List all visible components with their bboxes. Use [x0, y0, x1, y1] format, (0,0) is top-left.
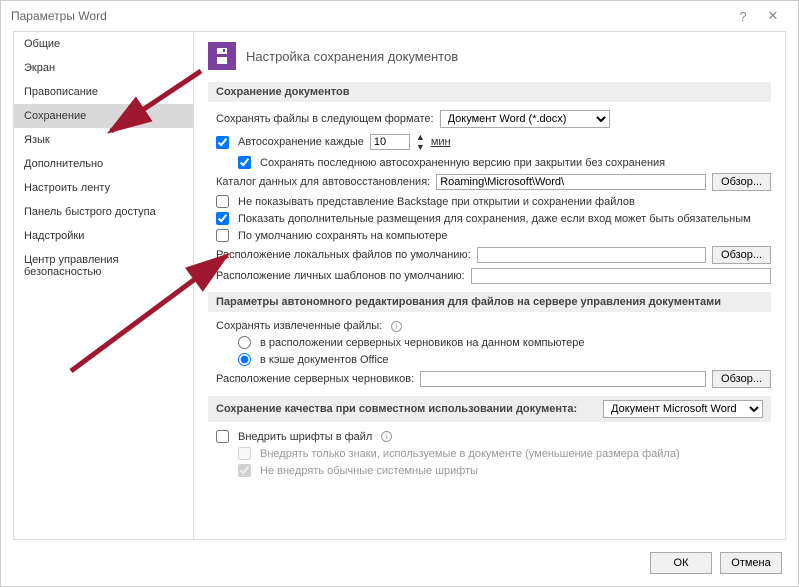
save-icon — [208, 42, 236, 70]
no-backstage-label: Не показывать представление Backstage пр… — [238, 196, 635, 208]
help-icon[interactable]: i — [391, 321, 402, 332]
section-save-docs: Сохранение документов — [208, 82, 771, 102]
sidebar-item-trust[interactable]: Центр управления безопасностью — [14, 248, 193, 284]
autosave-checkbox[interactable] — [216, 136, 229, 149]
sidebar-item-save[interactable]: Сохранение — [14, 104, 193, 128]
close-button[interactable]: ✕ — [758, 8, 788, 24]
server-drafts-label: в расположении серверных черновиков на д… — [260, 337, 584, 349]
keep-last-label: Сохранять последнюю автосохраненную верс… — [260, 157, 665, 169]
save-local-label: По умолчанию сохранять на компьютере — [238, 230, 447, 242]
sidebar-item-qat[interactable]: Панель быстрого доступа — [14, 200, 193, 224]
content-panel: Настройка сохранения документов Сохранен… — [193, 31, 786, 540]
save-format-label: Сохранять файлы в следующем формате: — [216, 113, 434, 125]
autosave-unit: мин — [431, 136, 451, 148]
save-extracted-label: Сохранять извлеченные файлы: — [216, 320, 382, 332]
sidebar-item-ribbon[interactable]: Настроить ленту — [14, 176, 193, 200]
section-quality-label: Сохранение качества при совместном испол… — [216, 403, 577, 415]
sidebar-item-proofing[interactable]: Правописание — [14, 80, 193, 104]
save-local-checkbox[interactable] — [216, 229, 229, 242]
browse-local-button[interactable]: Обзор... — [712, 246, 771, 264]
embed-used-label: Внедрять только знаки, используемые в до… — [260, 448, 680, 460]
browse-autorecover-button[interactable]: Обзор... — [712, 173, 771, 191]
cancel-button[interactable]: Отмена — [720, 552, 782, 574]
local-files-input[interactable] — [477, 247, 706, 263]
sidebar-item-advanced[interactable]: Дополнительно — [14, 152, 193, 176]
sidebar-item-addins[interactable]: Надстройки — [14, 224, 193, 248]
help-button[interactable]: ? — [728, 9, 758, 24]
sidebar: Общие Экран Правописание Сохранение Язык… — [13, 31, 193, 540]
embed-fonts-label: Внедрить шрифты в файл — [238, 431, 372, 443]
drafts-location-input[interactable] — [420, 371, 706, 387]
save-format-select[interactable]: Документ Word (*.docx) — [440, 110, 610, 128]
extra-locations-checkbox[interactable] — [216, 212, 229, 225]
section-quality: Сохранение качества при совместном испол… — [208, 396, 771, 422]
embed-fonts-checkbox[interactable] — [216, 430, 229, 443]
no-system-checkbox — [238, 464, 251, 477]
footer: ОК Отмена — [1, 540, 798, 586]
sidebar-item-language[interactable]: Язык — [14, 128, 193, 152]
page-heading: Настройка сохранения документов — [246, 49, 458, 64]
office-cache-radio[interactable] — [238, 353, 251, 366]
office-cache-label: в кэше документов Office — [260, 354, 389, 366]
quality-doc-select[interactable]: Документ Microsoft Word — [603, 400, 763, 418]
spinner-icon[interactable]: ▲▼ — [416, 132, 425, 152]
ok-button[interactable]: ОК — [650, 552, 712, 574]
autosave-interval-input[interactable] — [370, 134, 410, 150]
local-files-label: Расположение локальных файлов по умолчан… — [216, 249, 471, 261]
window-title: Параметры Word — [11, 9, 107, 23]
autorecover-path-input[interactable] — [436, 174, 706, 190]
no-backstage-checkbox[interactable] — [216, 195, 229, 208]
help-icon[interactable]: i — [381, 431, 392, 442]
embed-used-checkbox — [238, 447, 251, 460]
no-system-label: Не внедрять обычные системные шрифты — [260, 465, 478, 477]
sidebar-item-general[interactable]: Общие — [14, 32, 193, 56]
titlebar: Параметры Word ? ✕ — [1, 1, 798, 31]
templates-input[interactable] — [471, 268, 771, 284]
autosave-label: Автосохранение каждые — [238, 136, 364, 148]
templates-label: Расположение личных шаблонов по умолчани… — [216, 270, 465, 282]
server-drafts-radio[interactable] — [238, 336, 251, 349]
browse-drafts-button[interactable]: Обзор... — [712, 370, 771, 388]
extra-locations-label: Показать дополнительные размещения для с… — [238, 213, 751, 225]
section-offline: Параметры автономного редактирования для… — [208, 292, 771, 312]
keep-last-checkbox[interactable] — [238, 156, 251, 169]
drafts-location-label: Расположение серверных черновиков: — [216, 373, 414, 385]
sidebar-item-display[interactable]: Экран — [14, 56, 193, 80]
autorecover-label: Каталог данных для автовосстановления: — [216, 176, 430, 188]
